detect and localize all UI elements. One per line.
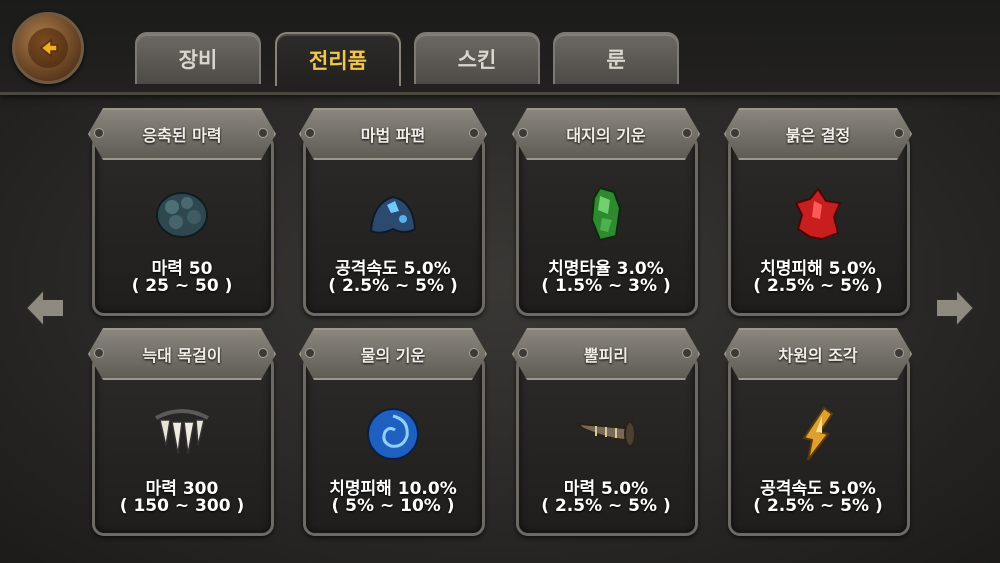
item-stat-range: ( 2.5% ~ 5% ) (541, 496, 671, 516)
tab-equipment[interactable]: 장비 (135, 32, 261, 84)
card-title-plate: 늑대 목걸이 (88, 328, 276, 380)
loot-card[interactable]: 늑대 목걸이 마력 300 ( 150 ~ 300 ) (88, 328, 276, 536)
rivet (518, 348, 528, 358)
loot-card[interactable]: 뿔피리 마력 5.0% ( 2.5% ~ 5% ) (512, 328, 700, 536)
card-title-plate: 물의 기운 (299, 328, 487, 380)
loot-card[interactable]: 붉은 결정 치명피해 5.0% ( 2.5% ~ 5% ) (724, 108, 912, 316)
loot-card[interactable]: 마법 파편 공격속도 5.0% ( 2.5% ~ 5% ) (299, 108, 487, 316)
rivet (682, 128, 692, 138)
back-arrow-icon (28, 28, 68, 68)
horn-icon (574, 402, 638, 466)
dimension-shard-icon (786, 402, 850, 466)
rivet (305, 348, 315, 358)
magic-shard-icon (361, 182, 425, 246)
loot-card[interactable]: 차원의 조각 공격속도 5.0% ( 2.5% ~ 5% ) (724, 328, 912, 536)
item-name: 물의 기운 (360, 346, 426, 365)
item-name: 차원의 조각 (778, 346, 858, 365)
item-stat-range: ( 1.5% ~ 3% ) (541, 276, 671, 296)
tab-loot[interactable]: 전리품 (275, 32, 401, 86)
rivet (894, 128, 904, 138)
rivet (258, 128, 268, 138)
prev-page-arrow-icon[interactable] (22, 285, 68, 331)
next-page-arrow-icon[interactable] (932, 285, 978, 331)
dark-orb-icon (150, 182, 214, 246)
item-stat-range: ( 2.5% ~ 5% ) (753, 276, 883, 296)
rivet (730, 348, 740, 358)
item-name: 붉은 결정 (785, 126, 851, 145)
item-stat-range: ( 2.5% ~ 5% ) (328, 276, 458, 296)
item-name: 마법 파편 (360, 126, 426, 145)
rivet (469, 128, 479, 138)
item-name: 늑대 목걸이 (142, 346, 222, 365)
rivet (94, 348, 104, 358)
rivet (894, 348, 904, 358)
rivet (258, 348, 268, 358)
wolf-necklace-icon (150, 402, 214, 466)
item-stat-range: ( 5% ~ 10% ) (331, 496, 455, 516)
back-button[interactable] (12, 12, 84, 84)
card-title-plate: 붉은 결정 (724, 108, 912, 160)
rivet (730, 128, 740, 138)
item-name: 뿔피리 (583, 346, 629, 365)
item-name: 대지의 기운 (566, 126, 646, 145)
rivet (469, 348, 479, 358)
rivet (682, 348, 692, 358)
card-title-plate: 응축된 마력 (88, 108, 276, 160)
red-crystal-icon (786, 182, 850, 246)
card-title-plate: 뿔피리 (512, 328, 700, 380)
loot-card[interactable]: 물의 기운 치명피해 10.0% ( 5% ~ 10% ) (299, 328, 487, 536)
rivet (94, 128, 104, 138)
card-title-plate: 마법 파편 (299, 108, 487, 160)
loot-card[interactable]: 응축된 마력 마력 50 ( 25 ~ 50 ) (88, 108, 276, 316)
loot-card[interactable]: 대지의 기운 치명타율 3.0% ( 1.5% ~ 3% ) (512, 108, 700, 316)
item-stat-range: ( 25 ~ 50 ) (131, 276, 233, 296)
item-stat-range: ( 150 ~ 300 ) (119, 496, 245, 516)
earth-crystal-icon (574, 182, 638, 246)
water-orb-icon (361, 402, 425, 466)
card-title-plate: 차원의 조각 (724, 328, 912, 380)
tab-rune[interactable]: 룬 (553, 32, 679, 84)
rivet (305, 128, 315, 138)
card-title-plate: 대지의 기운 (512, 108, 700, 160)
rivet (518, 128, 528, 138)
item-name: 응축된 마력 (142, 126, 222, 145)
item-stat-range: ( 2.5% ~ 5% ) (753, 496, 883, 516)
tab-skin[interactable]: 스킨 (414, 32, 540, 84)
